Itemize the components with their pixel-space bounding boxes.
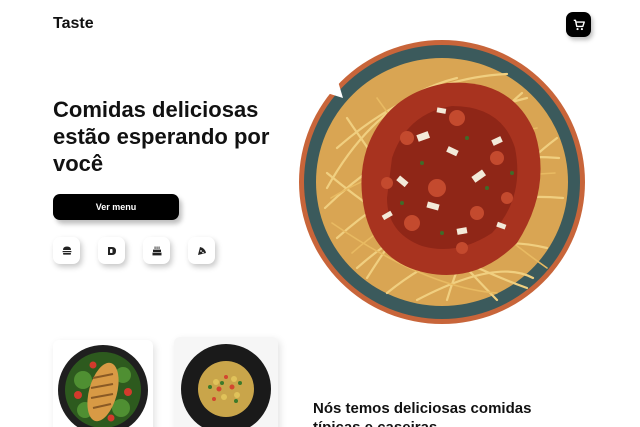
burger-icon <box>62 246 71 255</box>
cart-button[interactable] <box>566 12 591 37</box>
category-sandwich-button[interactable] <box>98 237 125 264</box>
hero-title: Comidas deliciosas estão esperando por v… <box>53 97 270 176</box>
spaghetti-plate-image <box>299 40 585 324</box>
dish-card-chicken[interactable] <box>53 340 153 427</box>
cake-icon <box>152 246 161 255</box>
brand-logo[interactable]: Taste <box>53 15 94 33</box>
pizza-icon <box>197 246 206 255</box>
view-menu-button[interactable]: Ver menu <box>53 194 179 220</box>
cart-icon <box>573 19 585 30</box>
fried-rice-plate-image <box>181 344 271 427</box>
dish-card-rice[interactable] <box>174 337 278 427</box>
category-burger-button[interactable] <box>53 237 80 264</box>
category-cake-button[interactable] <box>143 237 170 264</box>
sandwich-icon <box>107 246 116 255</box>
category-pizza-button[interactable] <box>188 237 215 264</box>
section-title: Nós temos deliciosas comidas típicas e c… <box>313 400 532 427</box>
chicken-salad-plate-image <box>58 345 148 427</box>
category-row <box>53 237 215 264</box>
